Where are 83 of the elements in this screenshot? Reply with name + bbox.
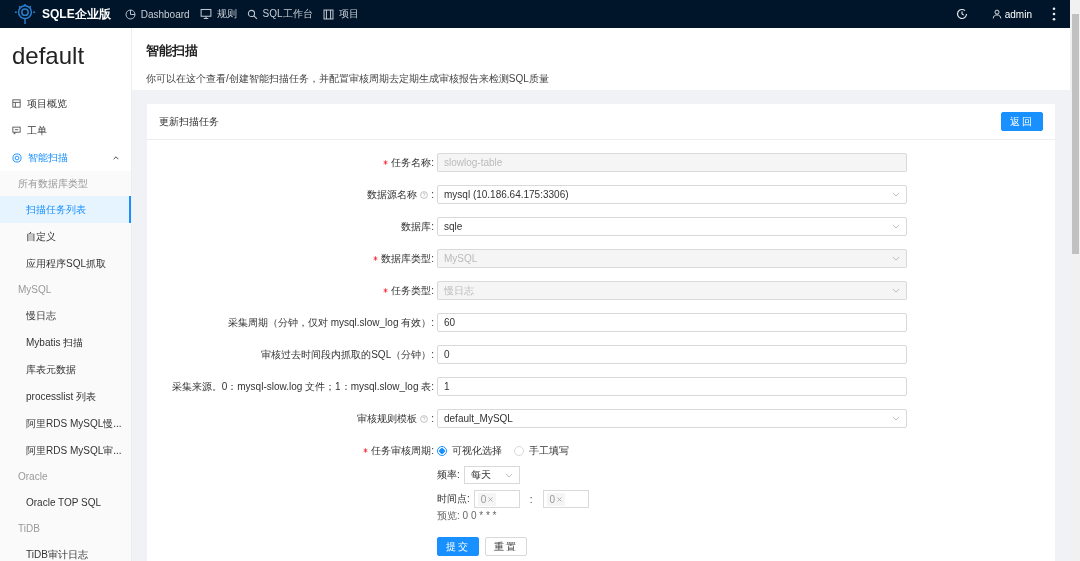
table-icon bbox=[12, 99, 21, 108]
target-icon bbox=[12, 152, 22, 163]
nav-link[interactable]: 规则 bbox=[216, 7, 237, 21]
project-name: default bbox=[11, 41, 86, 71]
sidebar-item[interactable]: 应用程序SQL抓取 bbox=[0, 250, 131, 277]
nav-link[interactable]: 项目 bbox=[338, 7, 359, 21]
field-label: 采集来源。0：mysql-slow.log 文件；1：mysql.slow_log 表: bbox=[171, 379, 434, 394]
field-label: 时间点: bbox=[437, 492, 470, 506]
monitor-icon bbox=[199, 8, 212, 20]
sidebar-item[interactable]: 项目概览 bbox=[0, 90, 131, 117]
sidebar-item[interactable]: TiDB审计日志 bbox=[0, 541, 131, 561]
message-icon bbox=[12, 126, 21, 135]
tag-text: 0 bbox=[549, 493, 556, 505]
close-icon bbox=[488, 496, 494, 502]
radio-label[interactable]: 手工填写 bbox=[529, 443, 569, 458]
sidebar-item[interactable]: 自定义 bbox=[0, 223, 131, 250]
sidebar-item[interactable]: processlist 列表 bbox=[0, 383, 131, 410]
sidebar-item[interactable]: Mybatis 扫描 bbox=[0, 329, 131, 356]
nav-link[interactable]: Dashboard bbox=[140, 8, 190, 20]
field-label: 审核过去时间段内抓取的SQL（分钟）: bbox=[261, 347, 434, 362]
required-icon bbox=[383, 160, 389, 165]
chevron-down-icon bbox=[892, 224, 900, 229]
field-label: 频率: bbox=[437, 468, 460, 482]
input-field[interactable]: 0 bbox=[437, 345, 907, 364]
sidebar-item[interactable]: 阿里RDS MySQL慢... bbox=[0, 410, 131, 437]
sidebar-item[interactable]: 工单 bbox=[0, 117, 131, 144]
user-icon bbox=[991, 9, 1002, 19]
menu-group-title: MySQL bbox=[17, 283, 53, 297]
cron-preview: 预览: 0 0 * * * bbox=[437, 509, 498, 523]
scrollbar-thumb[interactable] bbox=[1072, 14, 1079, 254]
field-label: 审核规则模板 bbox=[357, 411, 418, 426]
history-icon bbox=[955, 8, 968, 20]
field-label: 数据库类型: bbox=[381, 251, 434, 266]
caret-up-icon bbox=[113, 155, 119, 160]
nav-link[interactable]: SQL工作台 bbox=[262, 7, 313, 21]
select-field[interactable]: mysql (10.186.64.175:3306) bbox=[437, 185, 907, 204]
page-description: 你可以在这个查看/创建智能扫描任务，并配置审核周期去定期生成审核报告来检测SQL质量 bbox=[146, 72, 550, 86]
chevron-down-icon bbox=[892, 288, 900, 293]
tag-text: 0 bbox=[480, 493, 487, 505]
sidebar-item[interactable]: 慢日志 bbox=[0, 302, 131, 329]
radio-button[interactable] bbox=[437, 445, 447, 456]
chevron-down-icon bbox=[504, 472, 513, 478]
close-icon bbox=[557, 496, 563, 502]
input-field[interactable]: 1 bbox=[437, 377, 907, 396]
brand-name: SQLE企业版 bbox=[42, 5, 111, 23]
required-icon bbox=[363, 448, 369, 453]
menu-group-title: TiDB bbox=[17, 522, 41, 536]
field-label: : bbox=[431, 189, 434, 200]
radio-label[interactable]: 可视化选择 bbox=[452, 443, 502, 458]
field-label: : bbox=[431, 413, 434, 424]
reset-button[interactable]: 重置 bbox=[485, 537, 527, 556]
page-title: 智能扫描 bbox=[146, 42, 199, 60]
search-icon bbox=[246, 8, 258, 20]
logo-icon bbox=[14, 3, 36, 25]
required-icon bbox=[373, 256, 379, 261]
input-field[interactable]: 60 bbox=[437, 313, 907, 332]
select-field[interactable]: 每天 bbox=[463, 466, 520, 484]
dashboard-icon bbox=[124, 8, 136, 20]
time-separator: : bbox=[529, 493, 533, 505]
menu-group-title: Oracle bbox=[17, 470, 49, 484]
field-label: 采集周期（分钟，仅对 mysql.slow_log 有效）: bbox=[227, 315, 434, 330]
scrollbar[interactable] bbox=[1070, 0, 1080, 561]
select-field[interactable]: default_MySQL bbox=[437, 409, 907, 428]
sidebar-item[interactable]: Oracle TOP SQL bbox=[0, 489, 131, 516]
card-title: 更新扫描任务 bbox=[159, 114, 219, 129]
help-icon bbox=[420, 190, 429, 199]
sidebar-item[interactable]: 阿里RDS MySQL审... bbox=[0, 437, 131, 464]
sidebar-item[interactable]: 库表元数据 bbox=[0, 356, 131, 383]
chevron-down-icon bbox=[892, 256, 900, 261]
menu-group-title: 所有数据库类型 bbox=[17, 177, 89, 191]
user-name[interactable]: admin bbox=[1004, 8, 1032, 20]
field-label: 任务审核周期: bbox=[371, 443, 434, 458]
chevron-down-icon bbox=[892, 192, 900, 197]
field-label: 任务名称: bbox=[391, 155, 434, 170]
field-label: 数据源名称 bbox=[367, 187, 418, 202]
help-icon bbox=[420, 414, 429, 423]
chevron-down-icon bbox=[892, 416, 900, 421]
more-icon bbox=[1052, 7, 1056, 21]
field-label: 任务类型: bbox=[391, 283, 434, 298]
required-icon bbox=[383, 288, 389, 293]
grid-icon bbox=[322, 8, 334, 20]
select-field[interactable]: sqle bbox=[437, 217, 907, 236]
field-label: 数据库: bbox=[401, 219, 434, 234]
